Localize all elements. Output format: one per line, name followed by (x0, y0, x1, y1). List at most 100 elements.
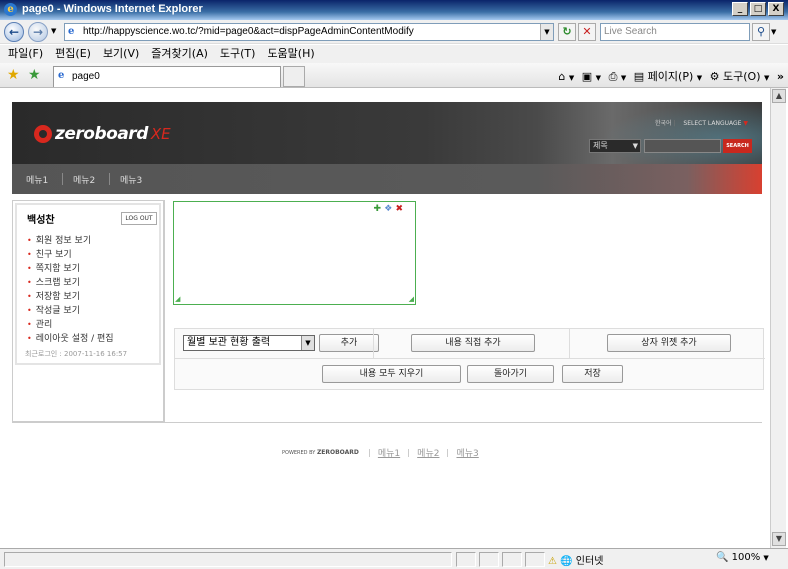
add-content-button[interactable]: 내용 직접 추가 (411, 334, 535, 352)
link-saved[interactable]: • 저장함 보기 (27, 289, 159, 302)
warning-icon: ⚠ (548, 556, 557, 567)
link-scrap[interactable]: • 스크랩 보기 (27, 275, 159, 288)
add-widget-button[interactable]: 추가 (319, 334, 379, 352)
zoom-control[interactable]: 🔍 100% ▼ (716, 552, 769, 563)
site-logo[interactable]: zeroboard XE (34, 124, 171, 144)
menu-favorites[interactable]: 즐겨찾기(A) (151, 45, 208, 63)
tab-label: page0 (72, 71, 100, 82)
new-tab-button[interactable] (283, 66, 305, 87)
select-arrow-icon: ▼ (301, 336, 314, 350)
scroll-up-icon[interactable]: ▲ (772, 89, 786, 103)
security-zone[interactable]: ⚠ 🌐 인터넷 (548, 552, 603, 567)
widget-controls: ✚ ❖ ✖ (374, 204, 403, 214)
delete-widget-icon[interactable]: ✖ (395, 204, 403, 214)
site-search-input[interactable] (644, 139, 721, 153)
logout-button[interactable]: LOG OUT (121, 212, 157, 225)
select-arrow-icon: ▼ (632, 142, 638, 150)
home-icon[interactable]: ⌂ (558, 70, 565, 83)
bullet-icon: • (27, 292, 32, 301)
bullet-icon: • (27, 250, 32, 259)
forward-button[interactable]: → (28, 22, 48, 42)
search-icon: ⚲ (756, 25, 766, 38)
link-messages[interactable]: • 쪽지함 보기 (27, 261, 159, 274)
add-box-widget-button[interactable]: 상자 위젯 추가 (607, 334, 731, 352)
scroll-down-icon[interactable]: ▼ (772, 532, 786, 546)
link-member-info[interactable]: • 회원 정보 보기 (27, 233, 159, 246)
back-page-button[interactable]: 돌아가기 (467, 365, 554, 383)
vertical-scrollbar[interactable]: ▲ ▼ (770, 88, 786, 548)
add-widget-icon[interactable]: ✚ (374, 204, 382, 214)
address-input[interactable]: e http://happyscience.wo.tc/?mid=page0&a… (64, 23, 554, 41)
stop-button[interactable]: ✕ (578, 23, 596, 41)
search-options-icon[interactable]: ▼ (771, 28, 776, 36)
menu-view[interactable]: 보기(V) (103, 45, 139, 63)
menu-edit[interactable]: 편집(E) (55, 45, 91, 63)
forward-arrow-icon: → (32, 25, 44, 39)
feeds-dropdown-icon[interactable]: ▼ (596, 74, 601, 82)
editor-row-top: 월별 보관 현황 출력 ▼ 추가 내용 직접 추가 상자 위젯 추가 (175, 329, 765, 359)
search-button[interactable]: ⚲ (752, 23, 770, 41)
widget-box[interactable]: ✚ ❖ ✖ ◢ ◢ (173, 201, 416, 305)
address-dropdown-icon[interactable]: ▼ (540, 24, 553, 40)
live-search-input[interactable]: Live Search (600, 23, 750, 41)
address-text: http://happyscience.wo.tc/?mid=page0&act… (83, 26, 414, 37)
print-icon[interactable]: ⎙ (609, 70, 618, 83)
footer-link-menu1[interactable]: 메뉴1 (378, 446, 400, 459)
bullet-icon: • (27, 334, 32, 343)
link-admin[interactable]: • 관리 (27, 317, 159, 330)
menu-tools[interactable]: 도구(T) (220, 45, 256, 63)
nav-item-menu1[interactable]: 메뉴1 (26, 173, 48, 186)
tab-page0[interactable]: e page0 (53, 66, 281, 87)
login-box: 백성찬 LOG OUT • 회원 정보 보기 • 친구 보기 • 쪽지함 보기 • 스크… (15, 203, 161, 365)
link-my-posts[interactable]: • 작성글 보기 (27, 303, 159, 316)
logo-text: zeroboard (55, 124, 148, 144)
logo-mark-icon (34, 125, 52, 143)
page-dropdown-icon[interactable]: ▼ (697, 74, 702, 82)
site-header: zeroboard XE 한국어 | SELECT LANGUAGE ▼ 제목 … (12, 102, 762, 164)
footer-link-menu2[interactable]: 메뉴2 (417, 446, 439, 459)
close-window-button[interactable]: X (768, 2, 784, 16)
site-footer: POWERED BY ZEROBOARD 메뉴1 메뉴2 메뉴3 (282, 446, 487, 459)
more-chevron-icon[interactable]: » (777, 70, 784, 83)
menu-file[interactable]: 파일(F) (8, 45, 43, 63)
site-search-button[interactable]: SEARCH (723, 139, 752, 153)
sidebar: 백성찬 LOG OUT • 회원 정보 보기 • 친구 보기 • 쪽지함 보기 • 스크… (12, 200, 164, 422)
user-name: 백성찬 (27, 215, 55, 226)
back-button[interactable]: ← (4, 22, 24, 42)
search-target-select[interactable]: 제목 ▼ (589, 139, 641, 153)
logo-suffix: XE (150, 125, 171, 143)
history-dropdown-icon[interactable]: ▼ (51, 27, 56, 35)
resize-left-icon[interactable]: ◢ (175, 295, 180, 303)
tools-menu[interactable]: 도구(O) (723, 70, 760, 83)
last-login: 최근로그인 : 2007-11-16 16:57 (25, 350, 128, 358)
page-menu[interactable]: 페이지(P) (648, 70, 694, 83)
clear-all-button[interactable]: 내용 모두 지우기 (322, 365, 461, 383)
nav-item-menu2[interactable]: 메뉴2 (73, 173, 95, 186)
nav-item-menu3[interactable]: 메뉴3 (120, 173, 142, 186)
save-button[interactable]: 저장 (562, 365, 623, 383)
tools-gear-icon: ⚙ (709, 70, 720, 83)
language-selector[interactable]: 한국어 | SELECT LANGUAGE ▼ (655, 118, 748, 127)
back-arrow-icon: ← (8, 25, 20, 39)
move-widget-icon[interactable]: ❖ (384, 204, 392, 214)
favorites-star-icon[interactable]: ★ (7, 67, 20, 83)
add-favorite-icon[interactable]: ★ (28, 67, 41, 83)
link-friends[interactable]: • 친구 보기 (27, 247, 159, 260)
footer-link-menu3[interactable]: 메뉴3 (456, 446, 478, 459)
minimize-button[interactable]: _ (732, 2, 748, 16)
refresh-button[interactable]: ↻ (558, 23, 576, 41)
zoom-icon: 🔍 (716, 552, 729, 563)
tab-page-icon: e (58, 70, 65, 81)
widget-select[interactable]: 월별 보관 현황 출력 ▼ (183, 335, 315, 351)
print-dropdown-icon[interactable]: ▼ (621, 74, 626, 82)
link-layout-settings[interactable]: • 레이아웃 설정 / 편집 (27, 331, 159, 344)
tools-dropdown-icon[interactable]: ▼ (764, 74, 769, 82)
home-dropdown-icon[interactable]: ▼ (569, 74, 574, 82)
resize-right-icon[interactable]: ◢ (409, 295, 414, 303)
feeds-icon[interactable]: ▣ (582, 70, 592, 83)
bullet-icon: • (27, 306, 32, 315)
zoom-dropdown-icon: ▼ (763, 554, 769, 562)
maximize-button[interactable]: □ (750, 2, 766, 16)
page-icon: e (68, 26, 75, 37)
menu-help[interactable]: 도움말(H) (267, 45, 314, 63)
